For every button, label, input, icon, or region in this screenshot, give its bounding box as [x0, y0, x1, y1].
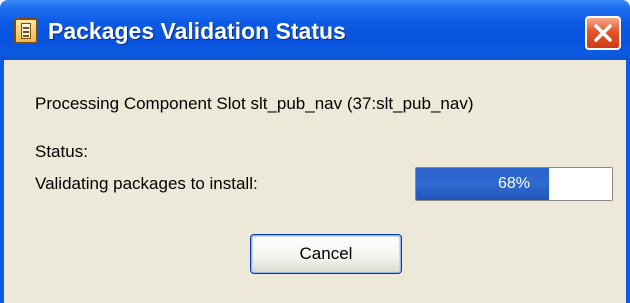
title-bar[interactable]: Packages Validation Status [0, 0, 630, 60]
window-title: Packages Validation Status [48, 18, 346, 44]
dialog-body: Processing Component Slot slt_pub_nav (3… [4, 60, 626, 303]
cancel-button[interactable]: Cancel [250, 234, 402, 274]
dialog-window: Packages Validation Status Processing Co… [0, 0, 630, 303]
progress-percentage: 68% [497, 175, 531, 192]
close-button[interactable] [585, 16, 621, 50]
status-label: Status: [35, 142, 88, 161]
processing-text: Processing Component Slot slt_pub_nav (3… [35, 94, 474, 113]
package-icon [14, 18, 38, 44]
progress-bar: 68% [415, 167, 613, 201]
validating-text: Validating packages to install: [35, 174, 258, 193]
close-icon [594, 24, 612, 42]
